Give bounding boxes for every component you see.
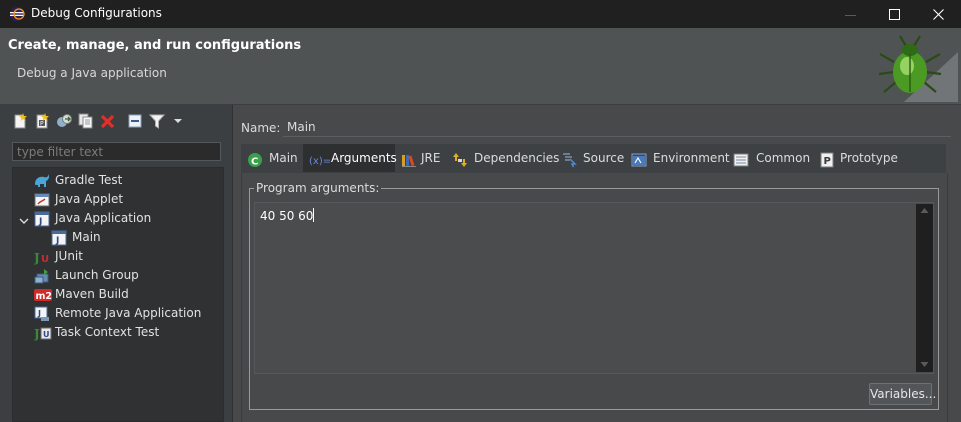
debug-bug-icon bbox=[874, 32, 958, 105]
tree-item-label: Task Context Test bbox=[55, 325, 160, 339]
maximize-button[interactable] bbox=[872, 0, 918, 28]
svg-text:(x)=: (x)= bbox=[309, 156, 331, 167]
maximize-icon bbox=[889, 9, 900, 20]
tab-label: JRE bbox=[421, 151, 441, 165]
launch-group-icon bbox=[34, 268, 50, 284]
svg-text:J: J bbox=[34, 327, 40, 341]
tab-dependencies[interactable]: Dependencies bbox=[445, 144, 559, 172]
tree-item-label: Main bbox=[72, 230, 101, 244]
variables-button[interactable]: Variables... bbox=[869, 383, 936, 405]
close-icon bbox=[933, 9, 944, 20]
configuration-tree: Gradle Test Java Applet J Java Applicati… bbox=[12, 167, 224, 422]
svg-text:P: P bbox=[40, 121, 44, 128]
scroll-up-icon bbox=[920, 208, 929, 213]
close-button[interactable] bbox=[916, 0, 961, 28]
dialog-header: Create, manage, and run configurations D… bbox=[0, 28, 961, 105]
task-context-icon: JU bbox=[33, 325, 52, 341]
name-field[interactable] bbox=[283, 117, 951, 137]
gradle-icon bbox=[34, 173, 50, 189]
svg-text:J: J bbox=[55, 236, 59, 246]
source-icon bbox=[561, 150, 577, 168]
filter-input[interactable] bbox=[12, 142, 221, 161]
configuration-editor-pane: Name: C Main (x)= Arguments JRE Depende bbox=[233, 105, 961, 422]
tab-label: Arguments bbox=[331, 151, 397, 165]
title-bar: Debug Configurations bbox=[0, 0, 961, 28]
program-arguments-group: Program arguments: 40 50 60 Variables... bbox=[249, 181, 939, 410]
svg-text:P: P bbox=[824, 156, 831, 167]
tab-jre[interactable]: JRE bbox=[395, 144, 445, 172]
filter-icon[interactable] bbox=[148, 113, 167, 131]
svg-text:U: U bbox=[41, 254, 49, 265]
tree-item-label: Java Application bbox=[55, 211, 152, 225]
program-arguments-label: Program arguments: bbox=[254, 181, 382, 195]
header-title: Create, manage, and run configurations bbox=[8, 38, 302, 53]
duplicate-icon[interactable] bbox=[78, 113, 96, 131]
common-icon bbox=[733, 150, 749, 167]
java-application-icon: J bbox=[51, 230, 67, 246]
svg-text:J: J bbox=[34, 251, 40, 265]
svg-text:U: U bbox=[43, 330, 50, 339]
configuration-tabs: C Main (x)= Arguments JRE Dependencies S… bbox=[241, 144, 946, 174]
minimize-icon bbox=[845, 15, 856, 16]
tree-item-label: Java Applet bbox=[55, 192, 124, 206]
svg-text:J: J bbox=[38, 217, 42, 227]
scroll-down-icon bbox=[920, 362, 929, 367]
tab-label: Dependencies bbox=[474, 151, 560, 165]
expand-chevron-icon[interactable] bbox=[19, 215, 29, 229]
minimize-button[interactable] bbox=[828, 0, 874, 28]
eclipse-icon bbox=[9, 6, 25, 25]
name-label: Name: bbox=[241, 121, 281, 135]
window-title: Debug Configurations bbox=[31, 6, 162, 20]
java-applet-icon bbox=[34, 192, 50, 208]
tab-label: Environment bbox=[653, 151, 730, 165]
new-prototype-icon[interactable]: P bbox=[34, 113, 52, 131]
tab-label: Main bbox=[269, 151, 298, 165]
tree-item-label: Remote Java Application bbox=[55, 306, 202, 320]
chevron-down-icon[interactable] bbox=[170, 113, 188, 131]
tab-prototype[interactable]: P Prototype bbox=[811, 144, 901, 172]
header-subtitle: Debug a Java application bbox=[17, 66, 167, 80]
arguments-tab-content: Program arguments: 40 50 60 Variables... bbox=[241, 173, 948, 422]
dependencies-icon bbox=[452, 150, 468, 167]
arguments-icon: (x)= bbox=[309, 150, 331, 167]
remote-java-icon: J bbox=[34, 306, 50, 322]
configuration-list-pane: P Gradle Test bbox=[0, 105, 233, 422]
collapse-all-icon[interactable] bbox=[127, 113, 145, 131]
tab-arguments[interactable]: (x)= Arguments bbox=[303, 144, 397, 172]
tab-label: Common bbox=[756, 151, 811, 165]
tree-item-label: Gradle Test bbox=[55, 173, 123, 187]
svg-text:m2: m2 bbox=[36, 291, 53, 302]
prototype-icon: P bbox=[819, 150, 835, 168]
program-arguments-value: 40 50 60 bbox=[260, 208, 315, 223]
svg-text:C: C bbox=[251, 157, 258, 168]
junit-icon: JU bbox=[33, 249, 50, 265]
tree-item-label: Launch Group bbox=[55, 268, 139, 282]
svg-text:J: J bbox=[37, 309, 41, 318]
tab-environment[interactable]: Environment bbox=[623, 144, 730, 172]
tab-source[interactable]: Source bbox=[553, 144, 625, 172]
main-class-icon: C bbox=[247, 150, 263, 168]
new-configuration-icon[interactable] bbox=[12, 113, 30, 131]
tab-label: Prototype bbox=[840, 151, 898, 165]
export-icon[interactable] bbox=[56, 113, 74, 131]
tree-item-label: JUnit bbox=[55, 249, 83, 263]
jre-library-icon bbox=[401, 150, 417, 167]
maven-icon: m2 bbox=[34, 287, 53, 303]
tab-main[interactable]: C Main bbox=[241, 144, 303, 172]
tree-item-label: Maven Build bbox=[55, 287, 129, 301]
delete-icon[interactable] bbox=[100, 113, 118, 131]
vertical-scrollbar[interactable] bbox=[916, 204, 933, 372]
program-arguments-textarea[interactable]: 40 50 60 bbox=[254, 202, 934, 374]
tab-label: Source bbox=[583, 151, 625, 165]
tab-common[interactable]: Common bbox=[723, 144, 811, 172]
environment-icon bbox=[631, 150, 647, 167]
java-application-icon: J bbox=[34, 211, 50, 227]
